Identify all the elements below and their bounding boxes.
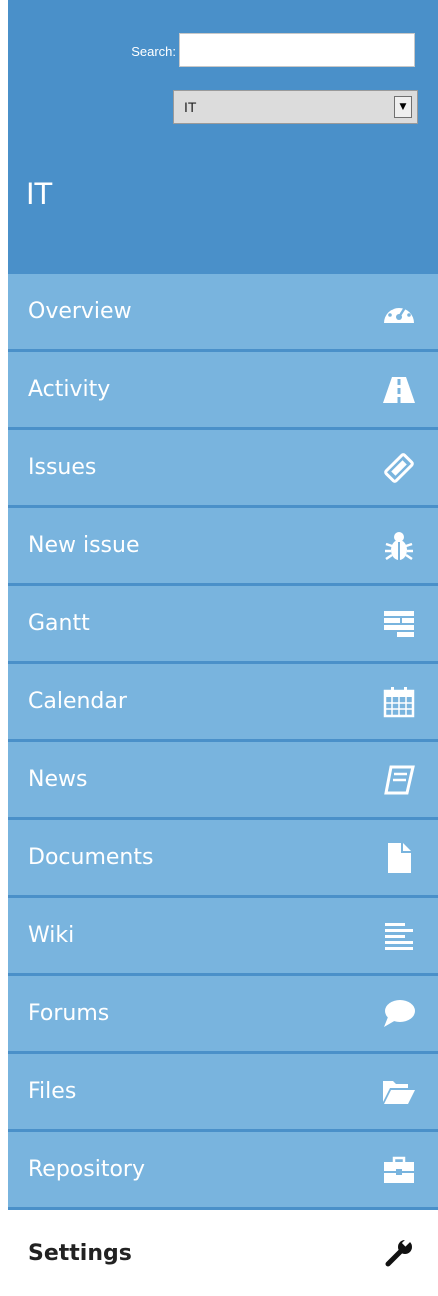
briefcase-icon [382, 1153, 416, 1187]
menu-item-new-issue[interactable]: New issue [8, 508, 438, 586]
menu-item-label: Issues [28, 455, 97, 480]
menu-item-label: New issue [28, 533, 140, 558]
menu-item-label: Files [28, 1079, 77, 1104]
search-input[interactable] [179, 33, 415, 67]
project-select[interactable]: IT ▼ [173, 90, 418, 124]
menu-item-label: News [28, 767, 88, 792]
gantt-icon [382, 607, 416, 641]
menu-item-settings[interactable]: Settings [8, 1210, 438, 1296]
menu-item-activity[interactable]: Activity [8, 352, 438, 430]
speech-bubble-icon [382, 997, 416, 1031]
document-icon [382, 841, 416, 875]
bug-icon [382, 529, 416, 563]
align-left-icon [382, 919, 416, 953]
menu-item-label: Wiki [28, 923, 75, 948]
project-title: IT [26, 177, 53, 211]
menu-item-label: Calendar [28, 689, 127, 714]
folder-open-icon [382, 1075, 416, 1109]
menu-item-files[interactable]: Files [8, 1054, 438, 1132]
wrench-icon [382, 1236, 416, 1270]
menu-item-calendar[interactable]: Calendar [8, 664, 438, 742]
menu-item-wiki[interactable]: Wiki [8, 898, 438, 976]
ticket-icon [382, 451, 416, 485]
dashboard-icon [382, 295, 416, 329]
book-icon [382, 763, 416, 797]
menu-item-documents[interactable]: Documents [8, 820, 438, 898]
chevron-down-icon[interactable]: ▼ [394, 96, 412, 118]
menu-item-issues[interactable]: Issues [8, 430, 438, 508]
road-icon [382, 373, 416, 407]
sidebar-panel: Search: IT ▼ IT Overview Activity Issues… [8, 0, 438, 1296]
menu-item-repository[interactable]: Repository [8, 1132, 438, 1210]
menu-item-label: Activity [28, 377, 111, 402]
menu-item-news[interactable]: News [8, 742, 438, 820]
menu-item-forums[interactable]: Forums [8, 976, 438, 1054]
project-menu: Overview Activity Issues New issue Gantt… [8, 274, 438, 1296]
menu-item-overview[interactable]: Overview [8, 274, 438, 352]
menu-item-label: Repository [28, 1157, 145, 1182]
menu-item-label: Gantt [28, 611, 90, 636]
search-label: Search: [131, 44, 176, 59]
sidebar-header: Search: IT ▼ IT [8, 10, 438, 274]
menu-item-label: Overview [28, 299, 132, 324]
menu-item-label: Documents [28, 845, 154, 870]
menu-item-gantt[interactable]: Gantt [8, 586, 438, 664]
calendar-icon [382, 685, 416, 719]
menu-item-label: Forums [28, 1001, 110, 1026]
menu-item-label: Settings [28, 1240, 132, 1266]
project-select-value: IT [184, 99, 197, 115]
